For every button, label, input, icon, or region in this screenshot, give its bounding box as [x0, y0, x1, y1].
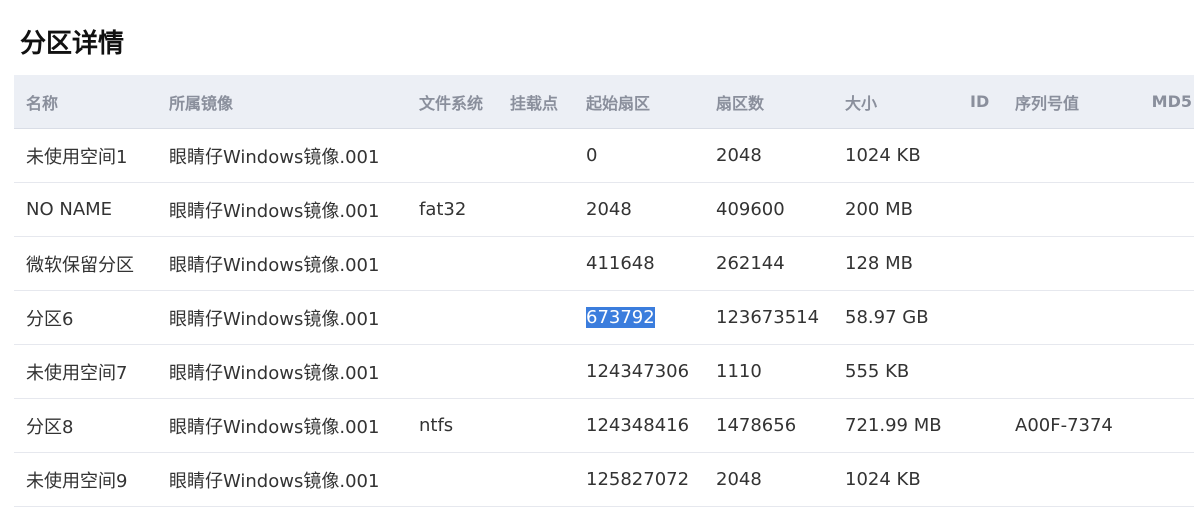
cell-md5[interactable]	[1120, 452, 1194, 507]
cell-mountpoint[interactable]	[498, 128, 574, 183]
selected-text[interactable]: 673792	[586, 307, 655, 328]
cell-name[interactable]: NO NAME	[14, 182, 157, 237]
cell-image[interactable]: 眼睛仔Windows镜像.001	[157, 344, 407, 399]
cell-image[interactable]: 眼睛仔Windows镜像.001	[157, 128, 407, 183]
cell-mountpoint[interactable]	[498, 236, 574, 291]
cell-sector-count[interactable]: 262144	[704, 236, 833, 291]
cell-id[interactable]	[958, 128, 1003, 183]
cell-name[interactable]: 未使用空间9	[14, 452, 157, 507]
cell-id[interactable]	[958, 236, 1003, 291]
cell-id[interactable]	[958, 290, 1003, 345]
column-header-image[interactable]: 所属镜像	[157, 75, 407, 129]
header-row: 名称 所属镜像 文件系统 挂载点 起始扇区 扇区数 大小 ID 序列号值 MD5	[14, 75, 1194, 129]
cell-sector-count[interactable]: 1110	[704, 344, 833, 399]
cell-mountpoint[interactable]	[498, 182, 574, 237]
column-header-id[interactable]: ID	[958, 75, 1003, 129]
cell-serial[interactable]	[1003, 290, 1120, 345]
cell-md5[interactable]	[1120, 182, 1194, 237]
cell-start-sector[interactable]: 673792	[574, 290, 704, 345]
cell-name[interactable]: 微软保留分区	[14, 236, 157, 291]
cell-filesystem[interactable]: ntfs	[407, 398, 498, 453]
table-row[interactable]: 未使用空间7 眼睛仔Windows镜像.001 124347306 1110 555 K…	[14, 344, 1194, 399]
cell-size[interactable]: 555 KB	[833, 344, 958, 399]
cell-serial[interactable]: A00F-7374	[1003, 398, 1120, 453]
cell-serial[interactable]	[1003, 344, 1120, 399]
cell-md5[interactable]	[1120, 398, 1194, 453]
cell-md5[interactable]	[1120, 236, 1194, 291]
cell-filesystem[interactable]	[407, 344, 498, 399]
cell-image[interactable]: 眼睛仔Windows镜像.001	[157, 290, 407, 345]
cell-serial[interactable]	[1003, 182, 1120, 237]
cell-filesystem[interactable]	[407, 452, 498, 507]
cell-filesystem[interactable]	[407, 128, 498, 183]
column-header-filesystem[interactable]: 文件系统	[407, 75, 498, 129]
cell-start-sector[interactable]: 124347306	[574, 344, 704, 399]
partition-table-container: 名称 所属镜像 文件系统 挂载点 起始扇区 扇区数 大小 ID 序列号值 MD5…	[14, 75, 1194, 507]
cell-size[interactable]: 1024 KB	[833, 452, 958, 507]
cell-sector-count[interactable]: 1478656	[704, 398, 833, 453]
cell-mountpoint[interactable]	[498, 344, 574, 399]
cell-id[interactable]	[958, 182, 1003, 237]
cell-mountpoint[interactable]	[498, 290, 574, 345]
column-header-sector-count[interactable]: 扇区数	[704, 75, 833, 129]
cell-start-sector[interactable]: 125827072	[574, 452, 704, 507]
cell-filesystem[interactable]	[407, 236, 498, 291]
cell-name[interactable]: 未使用空间1	[14, 128, 157, 183]
table-header: 名称 所属镜像 文件系统 挂载点 起始扇区 扇区数 大小 ID 序列号值 MD5	[14, 75, 1194, 129]
cell-image[interactable]: 眼睛仔Windows镜像.001	[157, 236, 407, 291]
cell-name[interactable]: 分区6	[14, 290, 157, 345]
column-header-serial[interactable]: 序列号值	[1003, 75, 1120, 129]
column-header-start-sector[interactable]: 起始扇区	[574, 75, 704, 129]
cell-id[interactable]	[958, 398, 1003, 453]
cell-start-sector[interactable]: 411648	[574, 236, 704, 291]
column-header-md5[interactable]: MD5	[1120, 75, 1194, 129]
cell-sector-count[interactable]: 2048	[704, 452, 833, 507]
cell-start-sector[interactable]: 0	[574, 128, 704, 183]
partition-table: 名称 所属镜像 文件系统 挂载点 起始扇区 扇区数 大小 ID 序列号值 MD5…	[14, 75, 1194, 507]
cell-mountpoint[interactable]	[498, 398, 574, 453]
cell-size[interactable]: 58.97 GB	[833, 290, 958, 345]
cell-filesystem[interactable]	[407, 290, 498, 345]
table-row[interactable]: 微软保留分区 眼睛仔Windows镜像.001 411648 262144 128 MB	[14, 236, 1194, 291]
cell-image[interactable]: 眼睛仔Windows镜像.001	[157, 182, 407, 237]
table-row[interactable]: 分区8 眼睛仔Windows镜像.001 ntfs 124348416 1478656 7…	[14, 398, 1194, 453]
cell-size[interactable]: 721.99 MB	[833, 398, 958, 453]
cell-md5[interactable]	[1120, 290, 1194, 345]
cell-size[interactable]: 128 MB	[833, 236, 958, 291]
cell-start-sector[interactable]: 2048	[574, 182, 704, 237]
cell-serial[interactable]	[1003, 236, 1120, 291]
cell-serial[interactable]	[1003, 452, 1120, 507]
page-title: 分区详情	[20, 29, 125, 59]
table-row[interactable]: 未使用空间1 眼睛仔Windows镜像.001 0 2048 1024 KB	[14, 128, 1194, 183]
cell-sector-count[interactable]: 409600	[704, 182, 833, 237]
cell-serial[interactable]	[1003, 128, 1120, 183]
cell-md5[interactable]	[1120, 344, 1194, 399]
cell-name[interactable]: 分区8	[14, 398, 157, 453]
cell-size[interactable]: 200 MB	[833, 182, 958, 237]
table-row[interactable]: NO NAME 眼睛仔Windows镜像.001 fat32 2048 409600 20…	[14, 182, 1194, 237]
table-body: 未使用空间1 眼睛仔Windows镜像.001 0 2048 1024 KB NO NAM…	[14, 128, 1194, 507]
column-header-name[interactable]: 名称	[14, 75, 157, 129]
cell-start-sector[interactable]: 124348416	[574, 398, 704, 453]
cell-id[interactable]	[958, 344, 1003, 399]
cell-sector-count[interactable]: 2048	[704, 128, 833, 183]
table-row[interactable]: 分区6 眼睛仔Windows镜像.001 673792 123673514 58.97 …	[14, 290, 1194, 345]
cell-name[interactable]: 未使用空间7	[14, 344, 157, 399]
cell-mountpoint[interactable]	[498, 452, 574, 507]
table-row[interactable]: 未使用空间9 眼睛仔Windows镜像.001 125827072 2048 1024 …	[14, 452, 1194, 507]
cell-id[interactable]	[958, 452, 1003, 507]
cell-image[interactable]: 眼睛仔Windows镜像.001	[157, 452, 407, 507]
cell-size[interactable]: 1024 KB	[833, 128, 958, 183]
cell-md5[interactable]	[1120, 128, 1194, 183]
column-header-mountpoint[interactable]: 挂载点	[498, 75, 574, 129]
cell-filesystem[interactable]: fat32	[407, 182, 498, 237]
cell-image[interactable]: 眼睛仔Windows镜像.001	[157, 398, 407, 453]
column-header-size[interactable]: 大小	[833, 75, 958, 129]
cell-sector-count[interactable]: 123673514	[704, 290, 833, 345]
